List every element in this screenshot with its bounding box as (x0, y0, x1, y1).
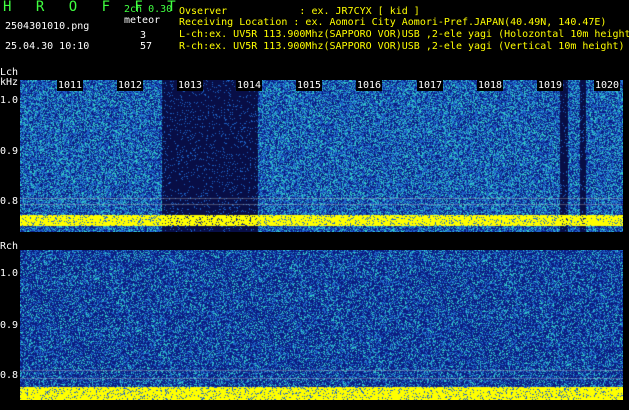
rch-label: Rch (0, 241, 19, 252)
time-label-1013: 1013 (177, 80, 204, 91)
time-label-1015: 1015 (296, 80, 323, 91)
time-label-1012: 1012 (117, 80, 144, 91)
location-line: Receiving Location : ex. Aomori City Aom… (179, 17, 607, 28)
rch-receiver-line: R-ch:ex. UV5R 113.900Mhz(SAPPORO VOR)USB… (179, 41, 625, 52)
datetime: 25.04.30 10:10 (5, 41, 90, 52)
filename: 2504301010.png (5, 21, 90, 32)
rch-tick-1-0: 1.0 (0, 268, 19, 279)
rch-tick-0-8: 0.8 (0, 370, 19, 381)
time-label-1011: 1011 (57, 80, 84, 91)
time-label-1014: 1014 (236, 80, 263, 91)
observer-line: Ovserver : ex. JR7CYX [ kid ] (179, 6, 420, 17)
lch-tick-0-9: 0.9 (0, 146, 19, 157)
mode-label: 2ch 0.30 (124, 4, 173, 15)
lch-tick-0-8: 0.8 (0, 196, 19, 207)
time-label-1019: 1019 (537, 80, 564, 91)
lch-spectrogram-canvas (20, 80, 623, 232)
lch-unit: kHz (0, 77, 19, 88)
time-label-1017: 1017 (417, 80, 444, 91)
rch-meteor-count: 57 (140, 41, 153, 52)
lch-tick-1-0: 1.0 (0, 95, 19, 106)
rch-spectrogram-canvas (20, 250, 623, 400)
time-label-1018: 1018 (477, 80, 504, 91)
time-label-1020: 1020 (594, 80, 621, 91)
rch-tick-0-9: 0.9 (0, 320, 19, 331)
meteor-label: meteor (124, 15, 161, 26)
rch-spectrogram (20, 250, 623, 400)
lch-receiver-line: L-ch:ex. UV5R 113.900Mhz(SAPPORO VOR)USB… (179, 29, 629, 40)
lch-spectrogram (20, 80, 623, 232)
time-label-1016: 1016 (356, 80, 383, 91)
lch-meteor-count: 3 (140, 30, 147, 41)
